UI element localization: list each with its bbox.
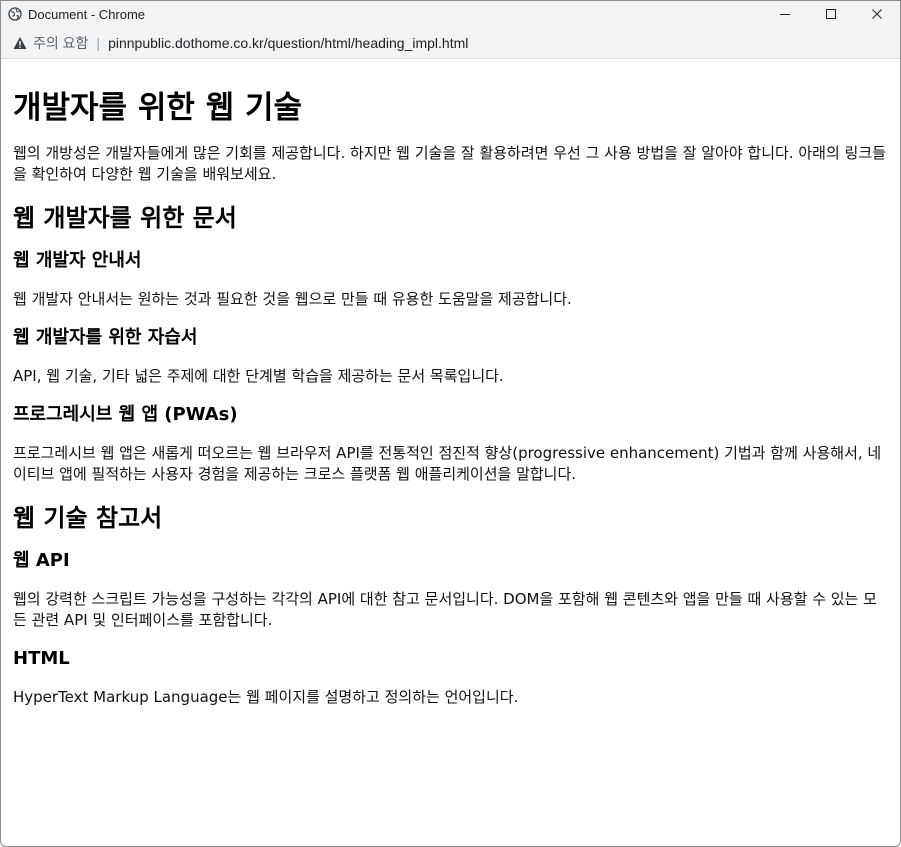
item-desc-guide: 웹 개발자 안내서는 원하는 것과 필요한 것을 웹으로 만들 때 유용한 도움… [13,290,572,308]
item-heading-tutorials: 웹 개발자를 위한 자습서 [13,327,198,348]
window-controls [762,1,900,27]
minimize-button[interactable] [762,1,808,27]
section-heading-reference: 웹 기술 참고서 [13,504,163,532]
maximize-icon [826,9,836,19]
globe-icon [8,7,22,21]
title-bar: Document - Chrome [1,1,900,27]
item-desc-html: HyperText Markup Language는 웹 페이지를 설명하고 정… [13,688,519,706]
item-heading-html: HTML [13,648,70,669]
address-bar[interactable]: 주의 요함 | pinnpublic.dothome.co.kr/questio… [1,27,900,59]
close-icon [872,9,882,19]
browser-window: Document - Chrome 주의 요함 | pinnpublic.dot… [0,0,901,847]
warning-icon[interactable] [13,36,27,50]
security-warning-label[interactable]: 주의 요함 [33,33,88,53]
minimize-icon [780,14,790,15]
window-title: Document - Chrome [28,6,146,22]
intro-paragraph: 웹의 개방성은 개발자들에게 많은 기회를 제공합니다. 하지만 웹 기술을 잘… [13,144,886,183]
item-desc-pwa: 프로그레시브 웹 앱은 새롭게 떠오르는 웹 브라우저 API를 전통적인 점진… [13,444,882,483]
page-title: 개발자를 위한 웹 기술 [13,90,303,126]
url-text[interactable]: pinnpublic.dothome.co.kr/question/html/h… [108,35,468,51]
item-heading-guide: 웹 개발자 안내서 [13,250,142,271]
close-button[interactable] [854,1,900,27]
maximize-button[interactable] [808,1,854,27]
item-desc-web-api: 웹의 강력한 스크립트 가능성을 구성하는 각각의 API에 대한 참고 문서입… [13,590,877,629]
page-content: 개발자를 위한 웹 기술 웹의 개방성은 개발자들에게 많은 기회를 제공합니다… [1,60,900,846]
address-separator: | [96,34,101,51]
item-desc-tutorials: API, 웹 기술, 기타 넓은 주제에 대한 단계별 학습을 제공하는 문서 … [13,367,504,385]
item-heading-pwa: 프로그레시브 웹 앱 (PWAs) [13,404,238,425]
section-heading-docs: 웹 개발자를 위한 문서 [13,204,237,232]
item-heading-web-api: 웹 API [13,550,70,571]
